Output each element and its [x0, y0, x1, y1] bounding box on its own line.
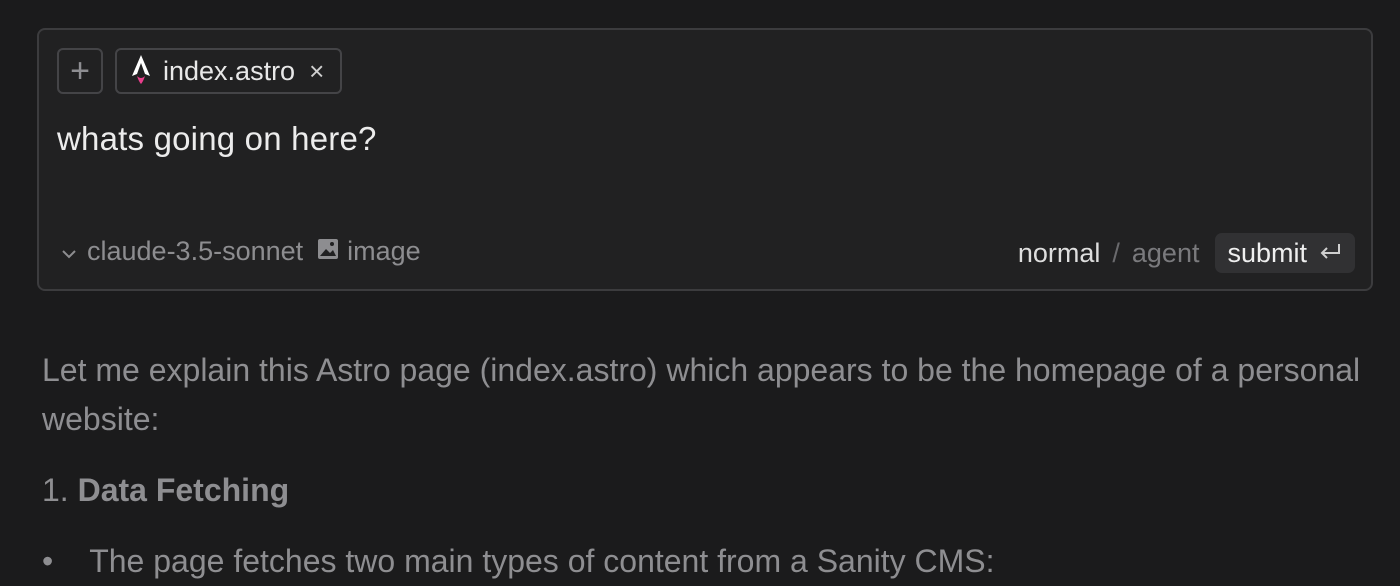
mode-normal-toggle[interactable]: normal [1018, 238, 1101, 269]
chevron-down-icon [61, 236, 77, 267]
model-label: claude-3.5-sonnet [87, 236, 304, 266]
heading-text: Data Fetching [77, 472, 290, 508]
image-icon [317, 236, 339, 267]
mode-separator: / [1112, 237, 1120, 268]
chat-composer: + index.astro × whats going on here? cla… [37, 28, 1373, 291]
image-label: image [347, 236, 421, 266]
file-chip-label: index.astro [163, 55, 296, 86]
plus-icon: + [70, 52, 90, 90]
response-heading: 1. Data Fetching [42, 466, 1372, 515]
bullet-point: • [42, 543, 54, 579]
model-selector[interactable]: claude-3.5-sonnet [61, 236, 303, 267]
prompt-input[interactable]: whats going on here? [57, 120, 377, 158]
bullet-text: The page fetches two main types of conte… [89, 543, 995, 579]
file-context-chip[interactable]: index.astro × [115, 48, 343, 94]
astro-logo-icon [129, 54, 153, 89]
submit-button[interactable]: submit [1215, 233, 1355, 273]
list-item: • The page fetches two main types of con… [42, 537, 1372, 586]
image-attach-button[interactable]: image [317, 236, 421, 267]
add-context-button[interactable]: + [57, 48, 103, 94]
enter-icon [1317, 238, 1343, 269]
mode-agent-toggle[interactable]: agent [1132, 238, 1200, 269]
response-intro: Let me explain this Astro page (index.as… [42, 352, 1361, 437]
composer-options: claude-3.5-sonnet image [61, 236, 421, 267]
context-row: + index.astro × [57, 48, 343, 94]
submit-label: submit [1227, 237, 1307, 268]
close-icon[interactable]: × [309, 56, 324, 87]
assistant-response: Let me explain this Astro page (index.as… [42, 346, 1372, 586]
submit-area: normal / agent submit [1018, 233, 1355, 273]
heading-number: 1. [42, 472, 69, 508]
